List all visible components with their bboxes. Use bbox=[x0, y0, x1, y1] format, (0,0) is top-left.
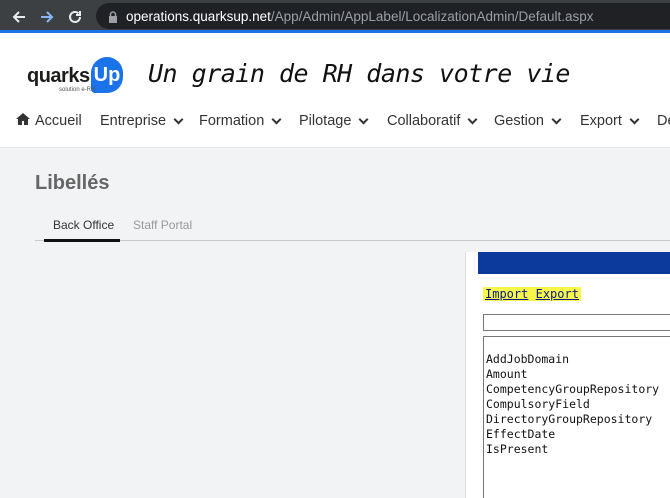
list-item[interactable]: CompetencyGroupRepository bbox=[486, 382, 670, 397]
list-item[interactable]: AddJobDomain bbox=[486, 352, 670, 367]
chevron-down-icon bbox=[551, 114, 562, 124]
forward-arrow-icon[interactable] bbox=[37, 7, 57, 27]
list-item[interactable]: CompulsoryField bbox=[486, 397, 670, 412]
page-title: Libellés bbox=[35, 172, 110, 194]
address-bar[interactable]: operations.quarksup.net/App/Admin/AppLab… bbox=[96, 3, 670, 29]
url-host: operations.quarksup.net bbox=[126, 8, 271, 24]
menu-item-label: Export bbox=[580, 113, 622, 129]
menu-item-label: Accueil bbox=[35, 113, 82, 129]
list-item[interactable]: Amount bbox=[486, 367, 670, 382]
reload-icon[interactable] bbox=[65, 7, 85, 27]
browser-toolbar: operations.quarksup.net/App/Admin/AppLab… bbox=[0, 0, 670, 33]
url-path: /App/Admin/AppLabel/LocalizationAdmin/De… bbox=[270, 8, 594, 24]
menu-item-accueil[interactable]: Accueil bbox=[16, 113, 82, 129]
chevron-down-icon bbox=[358, 114, 369, 124]
menu-item-gestion[interactable]: Gestion bbox=[494, 113, 562, 129]
app-header: quarks Up solution e-RH Un grain de RH d… bbox=[0, 33, 670, 148]
back-arrow-icon[interactable] bbox=[9, 7, 29, 27]
chevron-down-icon bbox=[467, 114, 478, 124]
menu-item-label: Pilotage bbox=[299, 113, 352, 129]
menu-item-label: Formation bbox=[199, 113, 265, 129]
menu-item-export[interactable]: Export bbox=[580, 113, 640, 129]
quarksup-logo[interactable]: quarks Up solution e-RH bbox=[27, 57, 127, 97]
chevron-down-icon bbox=[173, 114, 184, 124]
lock-icon bbox=[108, 10, 118, 23]
home-icon bbox=[16, 113, 30, 129]
menu-item-more[interactable]: De bbox=[657, 113, 670, 129]
panel-title-bar bbox=[478, 252, 670, 274]
tab-staff-portal[interactable]: Staff Portal bbox=[133, 218, 192, 232]
list-item[interactable]: EffectDate bbox=[486, 427, 670, 442]
export-link[interactable]: Export bbox=[536, 287, 579, 301]
label-search-input[interactable] bbox=[483, 314, 670, 331]
tagline: Un grain de RH dans votre vie bbox=[148, 59, 571, 88]
logo-text: quarks bbox=[27, 65, 90, 87]
tab-back-office[interactable]: Back Office bbox=[53, 218, 114, 232]
logo-badge: Up bbox=[91, 57, 123, 93]
menu-item-label: Gestion bbox=[494, 113, 544, 129]
list-item[interactable]: DirectoryGroupRepository bbox=[486, 412, 670, 427]
localization-panel: Import Export AddJobDomain Amount Compet… bbox=[465, 252, 670, 498]
list-item[interactable]: IsPresent bbox=[486, 442, 670, 457]
menu-item-pilotage[interactable]: Pilotage bbox=[299, 113, 369, 129]
import-export-links: Import Export bbox=[483, 287, 581, 301]
menu-item-entreprise[interactable]: Entreprise bbox=[100, 113, 184, 129]
import-link[interactable]: Import bbox=[485, 287, 528, 301]
tabs-divider bbox=[35, 240, 670, 241]
logo-subtitle: solution e-RH bbox=[59, 87, 96, 93]
chevron-down-icon bbox=[271, 114, 282, 124]
active-tab-indicator bbox=[44, 239, 120, 242]
menu-item-formation[interactable]: Formation bbox=[199, 113, 282, 129]
menu-item-label: Collaboratif bbox=[387, 113, 461, 129]
main-menu: Accueil Entreprise Formation Pilotage Co… bbox=[0, 113, 670, 137]
label-list[interactable]: AddJobDomain Amount CompetencyGroupRepos… bbox=[483, 336, 670, 498]
chevron-down-icon bbox=[629, 114, 640, 124]
menu-item-label: Entreprise bbox=[100, 113, 167, 129]
menu-item-label: De bbox=[657, 113, 670, 129]
menu-item-collaboratif[interactable]: Collaboratif bbox=[387, 113, 478, 129]
